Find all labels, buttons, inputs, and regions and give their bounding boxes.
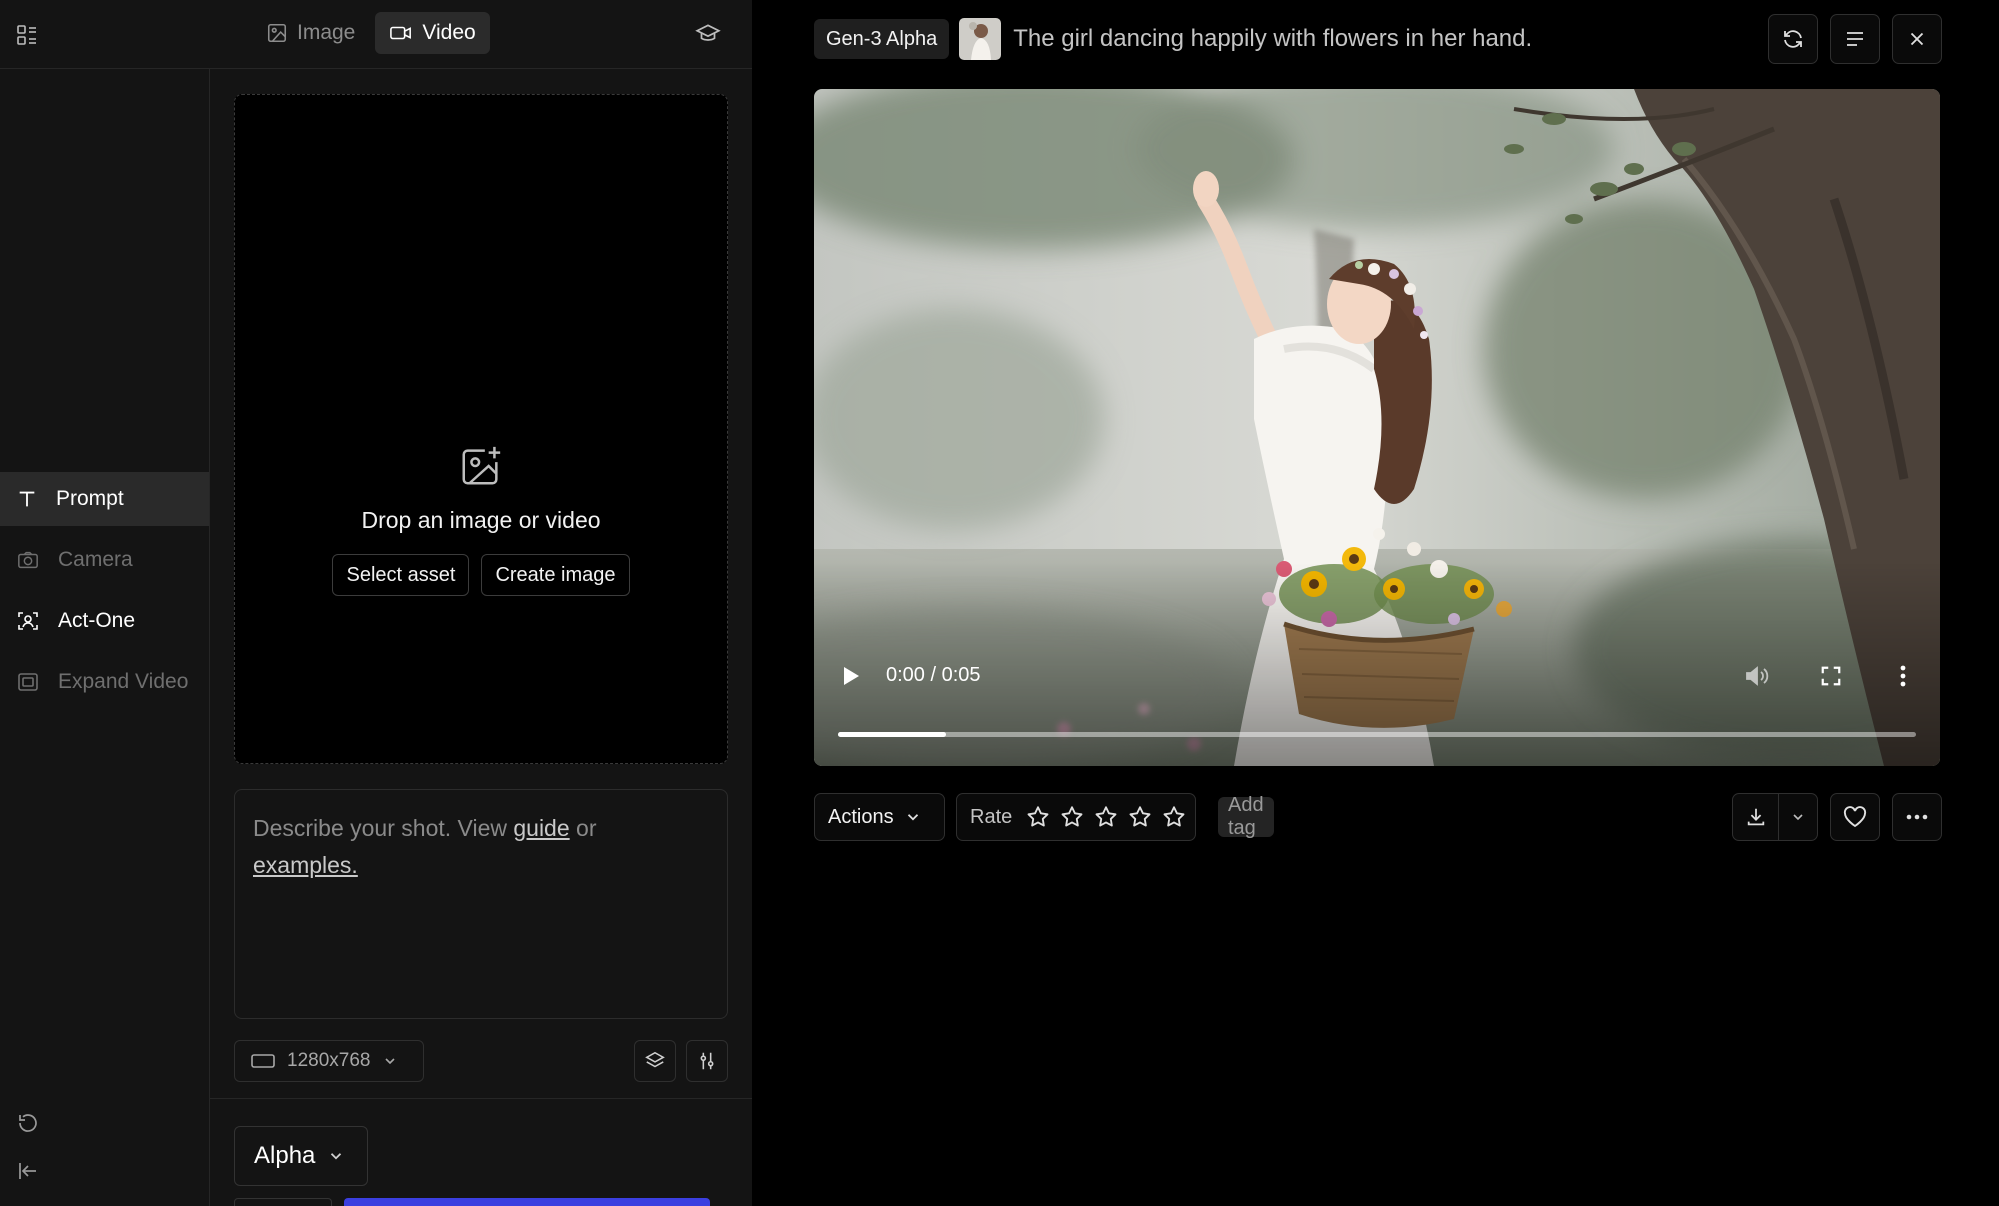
regenerate-button[interactable] [1768,14,1818,64]
tab-video[interactable]: Video [375,12,490,54]
video-progress-bar[interactable] [838,732,1916,737]
media-drop-zone[interactable]: Drop an image or video Select asset Crea… [234,94,728,764]
sidebar-item-prompt[interactable]: Prompt [0,472,209,526]
sidebar-item-act-one[interactable]: Act-One [0,594,209,648]
expand-frame-icon [18,673,38,691]
drop-zone-content: Drop an image or video Select asset Crea… [235,443,727,596]
rate-label: Rate [970,805,1013,828]
fullscreen-button[interactable] [1816,661,1846,691]
output-header: Gen-3 Alpha The girl dancing happily wit… [814,17,1532,61]
close-button[interactable] [1892,14,1942,64]
star-icon[interactable] [1059,804,1085,830]
sidebar-item-expand-video[interactable]: Expand Video [0,655,209,709]
add-tag-button[interactable]: Add tag [1218,794,1274,839]
play-icon [844,667,859,685]
layers-icon [645,1051,665,1068]
model-badge: Gen-3 Alpha [814,19,950,59]
video-more-button[interactable] [1888,661,1918,691]
sidebar-item-label: Camera [58,548,133,571]
star-icon[interactable] [1025,804,1051,830]
left-panel: Image Video Prompt Camera Act-One Expand… [0,0,752,1206]
section-divider [210,1098,752,1099]
presets-layers-button[interactable] [634,1040,676,1082]
model-select-dropdown[interactable]: Alpha [234,1126,368,1186]
sliders-icon [700,1052,714,1070]
star-icon[interactable] [1161,804,1187,830]
download-icon [1747,808,1764,826]
collapse-sidebar-icon[interactable] [14,1157,42,1185]
sidebar-item-label: Prompt [56,487,124,510]
image-icon [267,23,287,43]
examples-link[interactable]: examples. [253,852,358,878]
rating-control: Rate [956,793,1196,841]
play-button[interactable] [836,661,866,691]
tab-image[interactable]: Image [252,12,369,54]
volume-icon [1746,666,1769,686]
more-options-button[interactable] [1892,793,1942,841]
video-camera-icon [390,26,412,40]
output-title: The girl dancing happily with flowers in… [1013,25,1533,52]
source-thumbnail[interactable] [959,18,1002,60]
select-asset-button[interactable]: Select asset [332,554,470,596]
drop-zone-title: Drop an image or video [361,507,601,533]
chevron-down-icon [331,1153,342,1160]
download-button[interactable] [1733,794,1779,840]
video-progress-fill [838,732,946,737]
sidebar-item-camera[interactable]: Camera [0,533,209,587]
face-scan-icon [18,612,38,630]
aspect-ratio-icon [251,1054,275,1068]
undo-history-icon[interactable] [14,1109,42,1137]
favorite-button[interactable] [1830,793,1880,841]
menu-grid-icon[interactable] [12,20,42,50]
chevron-down-icon [385,1058,396,1065]
side-nav: Prompt Camera Act-One Expand Video [0,69,210,1206]
model-select-value: Alpha [254,1142,316,1169]
tab-image-label: Image [297,21,356,44]
create-image-button[interactable]: Create image [481,554,630,596]
generate-button[interactable] [344,1198,710,1206]
chevron-down-icon [907,814,918,821]
text-lines-icon [1847,32,1863,46]
more-horizontal-icon [1906,814,1928,820]
actions-dropdown[interactable]: Actions [814,793,945,841]
close-icon [1910,32,1924,46]
chevron-down-icon [1793,814,1803,821]
resolution-value: 1280x768 [287,1050,371,1071]
video-time: 0:00 / 0:05 [886,664,981,686]
prompt-input[interactable]: Describe your shot. View guide or exampl… [234,789,728,1019]
star-icon[interactable] [1093,804,1119,830]
video-player[interactable]: 0:00 / 0:05 [814,89,1940,766]
actions-label: Actions [828,805,894,828]
rating-stars [1025,804,1187,830]
sidebar-item-label: Act-One [58,609,136,632]
resolution-dropdown[interactable]: 1280x768 [234,1040,424,1082]
duration-dropdown[interactable] [234,1198,332,1206]
mode-tabs: Image Video [252,12,490,54]
details-button[interactable] [1830,14,1880,64]
guide-link[interactable]: guide [513,815,569,841]
drop-zone-buttons: Select asset Create image [332,554,630,596]
star-icon[interactable] [1127,804,1153,830]
refresh-icon [1784,30,1802,48]
heart-icon [1843,806,1867,828]
volume-button[interactable] [1742,661,1772,691]
prompt-placeholder-or: or [569,815,597,841]
prompt-placeholder-lead: Describe your shot. View [253,815,514,841]
fullscreen-icon [1821,666,1841,686]
more-vertical-icon [1900,665,1906,687]
camera-icon [18,551,38,569]
top-bar: Image Video [0,0,752,69]
advanced-settings-button[interactable] [686,1040,728,1082]
graduation-cap-icon[interactable] [692,18,724,50]
download-options-button[interactable] [1779,794,1817,840]
add-image-icon [462,446,501,485]
download-split-button [1732,793,1818,841]
sidebar-item-label: Expand Video [58,670,189,693]
tab-video-label: Video [422,21,476,44]
text-t-icon [19,491,35,507]
